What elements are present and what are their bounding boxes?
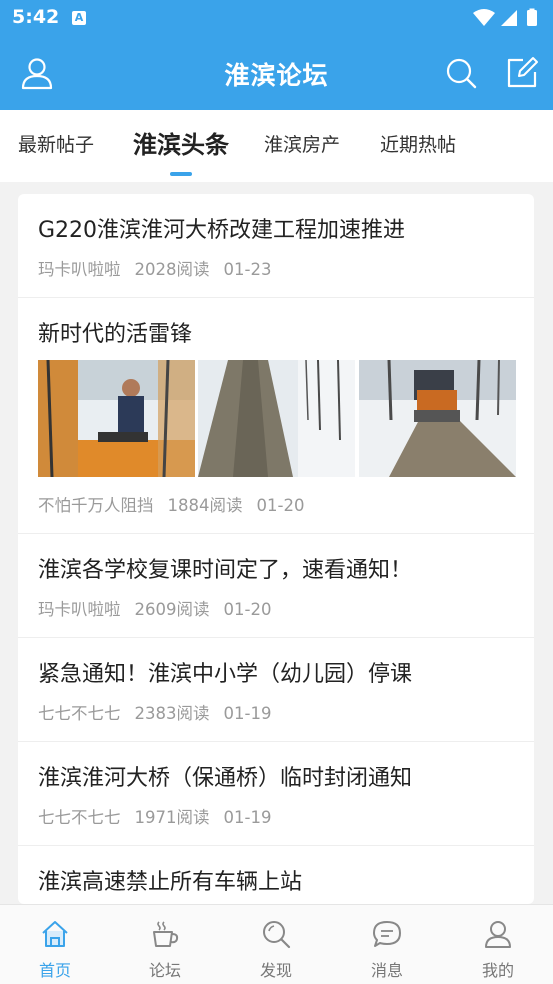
post-meta: 玛卡叭啦啦 2609阅读 01-20 (38, 596, 285, 620)
post-date: 01-19 (223, 808, 272, 827)
nav-messages[interactable]: 消息 (332, 905, 442, 984)
post-title[interactable]: 淮滨淮河大桥（保通桥）临时封闭通知 (38, 760, 412, 792)
post-item[interactable]: 淮滨高速禁止所有车辆上站 (18, 846, 534, 904)
loader-driver-photo[interactable] (38, 360, 195, 477)
profile-icon (485, 921, 511, 948)
category-tabs: 最新帖子 淮滨头条 淮滨房产 近期热帖 (0, 110, 553, 182)
nav-label: 我的 (481, 961, 514, 980)
post-meta: 七七不七七 2383阅读 01-19 (38, 700, 285, 724)
post-reads: 2028阅读 (134, 260, 210, 279)
signal-icon (501, 10, 517, 26)
post-title[interactable]: 紧急通知！淮滨中小学（幼儿园）停课 (38, 656, 412, 688)
nav-profile[interactable]: 我的 (443, 905, 553, 984)
post-author: 七七不七七 (38, 808, 121, 827)
post-title[interactable]: 淮滨高速禁止所有车辆上站 (38, 864, 302, 896)
app-bar: 淮滨论坛 (0, 36, 553, 110)
post-date: 01-20 (223, 600, 272, 619)
message-icon (373, 921, 401, 947)
nav-discover[interactable]: 发现 (221, 905, 331, 984)
post-meta: 七七不七七 1971阅读 01-19 (38, 804, 285, 828)
post-title[interactable]: 新时代的活雷锋 (38, 316, 192, 348)
post-feed[interactable]: G220淮滨淮河大桥改建工程加速推进 玛卡叭啦啦 2028阅读 01-23 新时代的… (18, 194, 534, 904)
tab-latest-posts[interactable]: 最新帖子 (18, 130, 94, 157)
post-date: 01-20 (256, 496, 305, 515)
bottom-navigation: 首页 论坛 发现 消息 我的 (0, 904, 553, 984)
nav-label: 发现 (259, 961, 292, 980)
nav-forum[interactable]: 论坛 (110, 905, 220, 984)
status-bar: 5:42 A (0, 0, 553, 36)
status-icons (473, 8, 537, 26)
wifi-icon (473, 9, 495, 26)
nav-label: 消息 (370, 961, 403, 980)
tab-huaibin-headlines[interactable]: 淮滨头条 (133, 125, 229, 160)
battery-icon (527, 10, 537, 26)
home-icon (42, 921, 68, 947)
snowy-road-photo[interactable] (198, 360, 355, 477)
post-meta: 不怕千万人阻挡 1884阅读 01-20 (38, 492, 318, 516)
post-author: 不怕千万人阻挡 (38, 496, 154, 515)
notification-a-icon: A (72, 11, 86, 25)
coffee-icon (153, 921, 179, 947)
post-reads: 2383阅读 (134, 704, 210, 723)
post-reads: 1971阅读 (134, 808, 210, 827)
nav-label: 首页 (38, 961, 71, 980)
post-meta: 玛卡叭啦啦 2028阅读 01-23 (38, 256, 285, 280)
post-title[interactable]: 淮滨各学校复课时间定了，速看通知！ (38, 552, 412, 584)
post-item[interactable]: 紧急通知！淮滨中小学（幼儿园）停课 七七不七七 2383阅读 01-19 (18, 638, 534, 742)
tab-recent-hot-posts[interactable]: 近期热帖 (380, 130, 456, 157)
discover-icon (263, 921, 291, 949)
post-author: 七七不七七 (38, 704, 121, 723)
active-tab-indicator (170, 172, 192, 176)
post-item[interactable]: 新时代的活雷锋 不怕千万人阻挡 1884阅读 01-20 (18, 298, 534, 534)
post-author: 玛卡叭啦啦 (38, 600, 121, 619)
post-item[interactable]: G220淮滨淮河大桥改建工程加速推进 玛卡叭啦啦 2028阅读 01-23 (18, 194, 534, 298)
snow-plow-photo[interactable] (359, 360, 516, 477)
status-time: 5:42 (12, 6, 60, 28)
post-reads: 2609阅读 (134, 600, 210, 619)
post-item[interactable]: 淮滨各学校复课时间定了，速看通知！ 玛卡叭啦啦 2609阅读 01-20 (18, 534, 534, 638)
nav-label: 论坛 (148, 961, 181, 980)
post-date: 01-23 (223, 260, 272, 279)
nav-home[interactable]: 首页 (0, 905, 110, 984)
tab-huaibin-real-estate[interactable]: 淮滨房产 (264, 130, 340, 157)
post-item[interactable]: 淮滨淮河大桥（保通桥）临时封闭通知 七七不七七 1971阅读 01-19 (18, 742, 534, 846)
edit-icon[interactable] (505, 56, 539, 90)
post-reads: 1884阅读 (167, 496, 243, 515)
post-date: 01-19 (223, 704, 272, 723)
post-author: 玛卡叭啦啦 (38, 260, 121, 279)
search-icon[interactable] (444, 56, 478, 90)
post-title[interactable]: G220淮滨淮河大桥改建工程加速推进 (38, 212, 405, 244)
